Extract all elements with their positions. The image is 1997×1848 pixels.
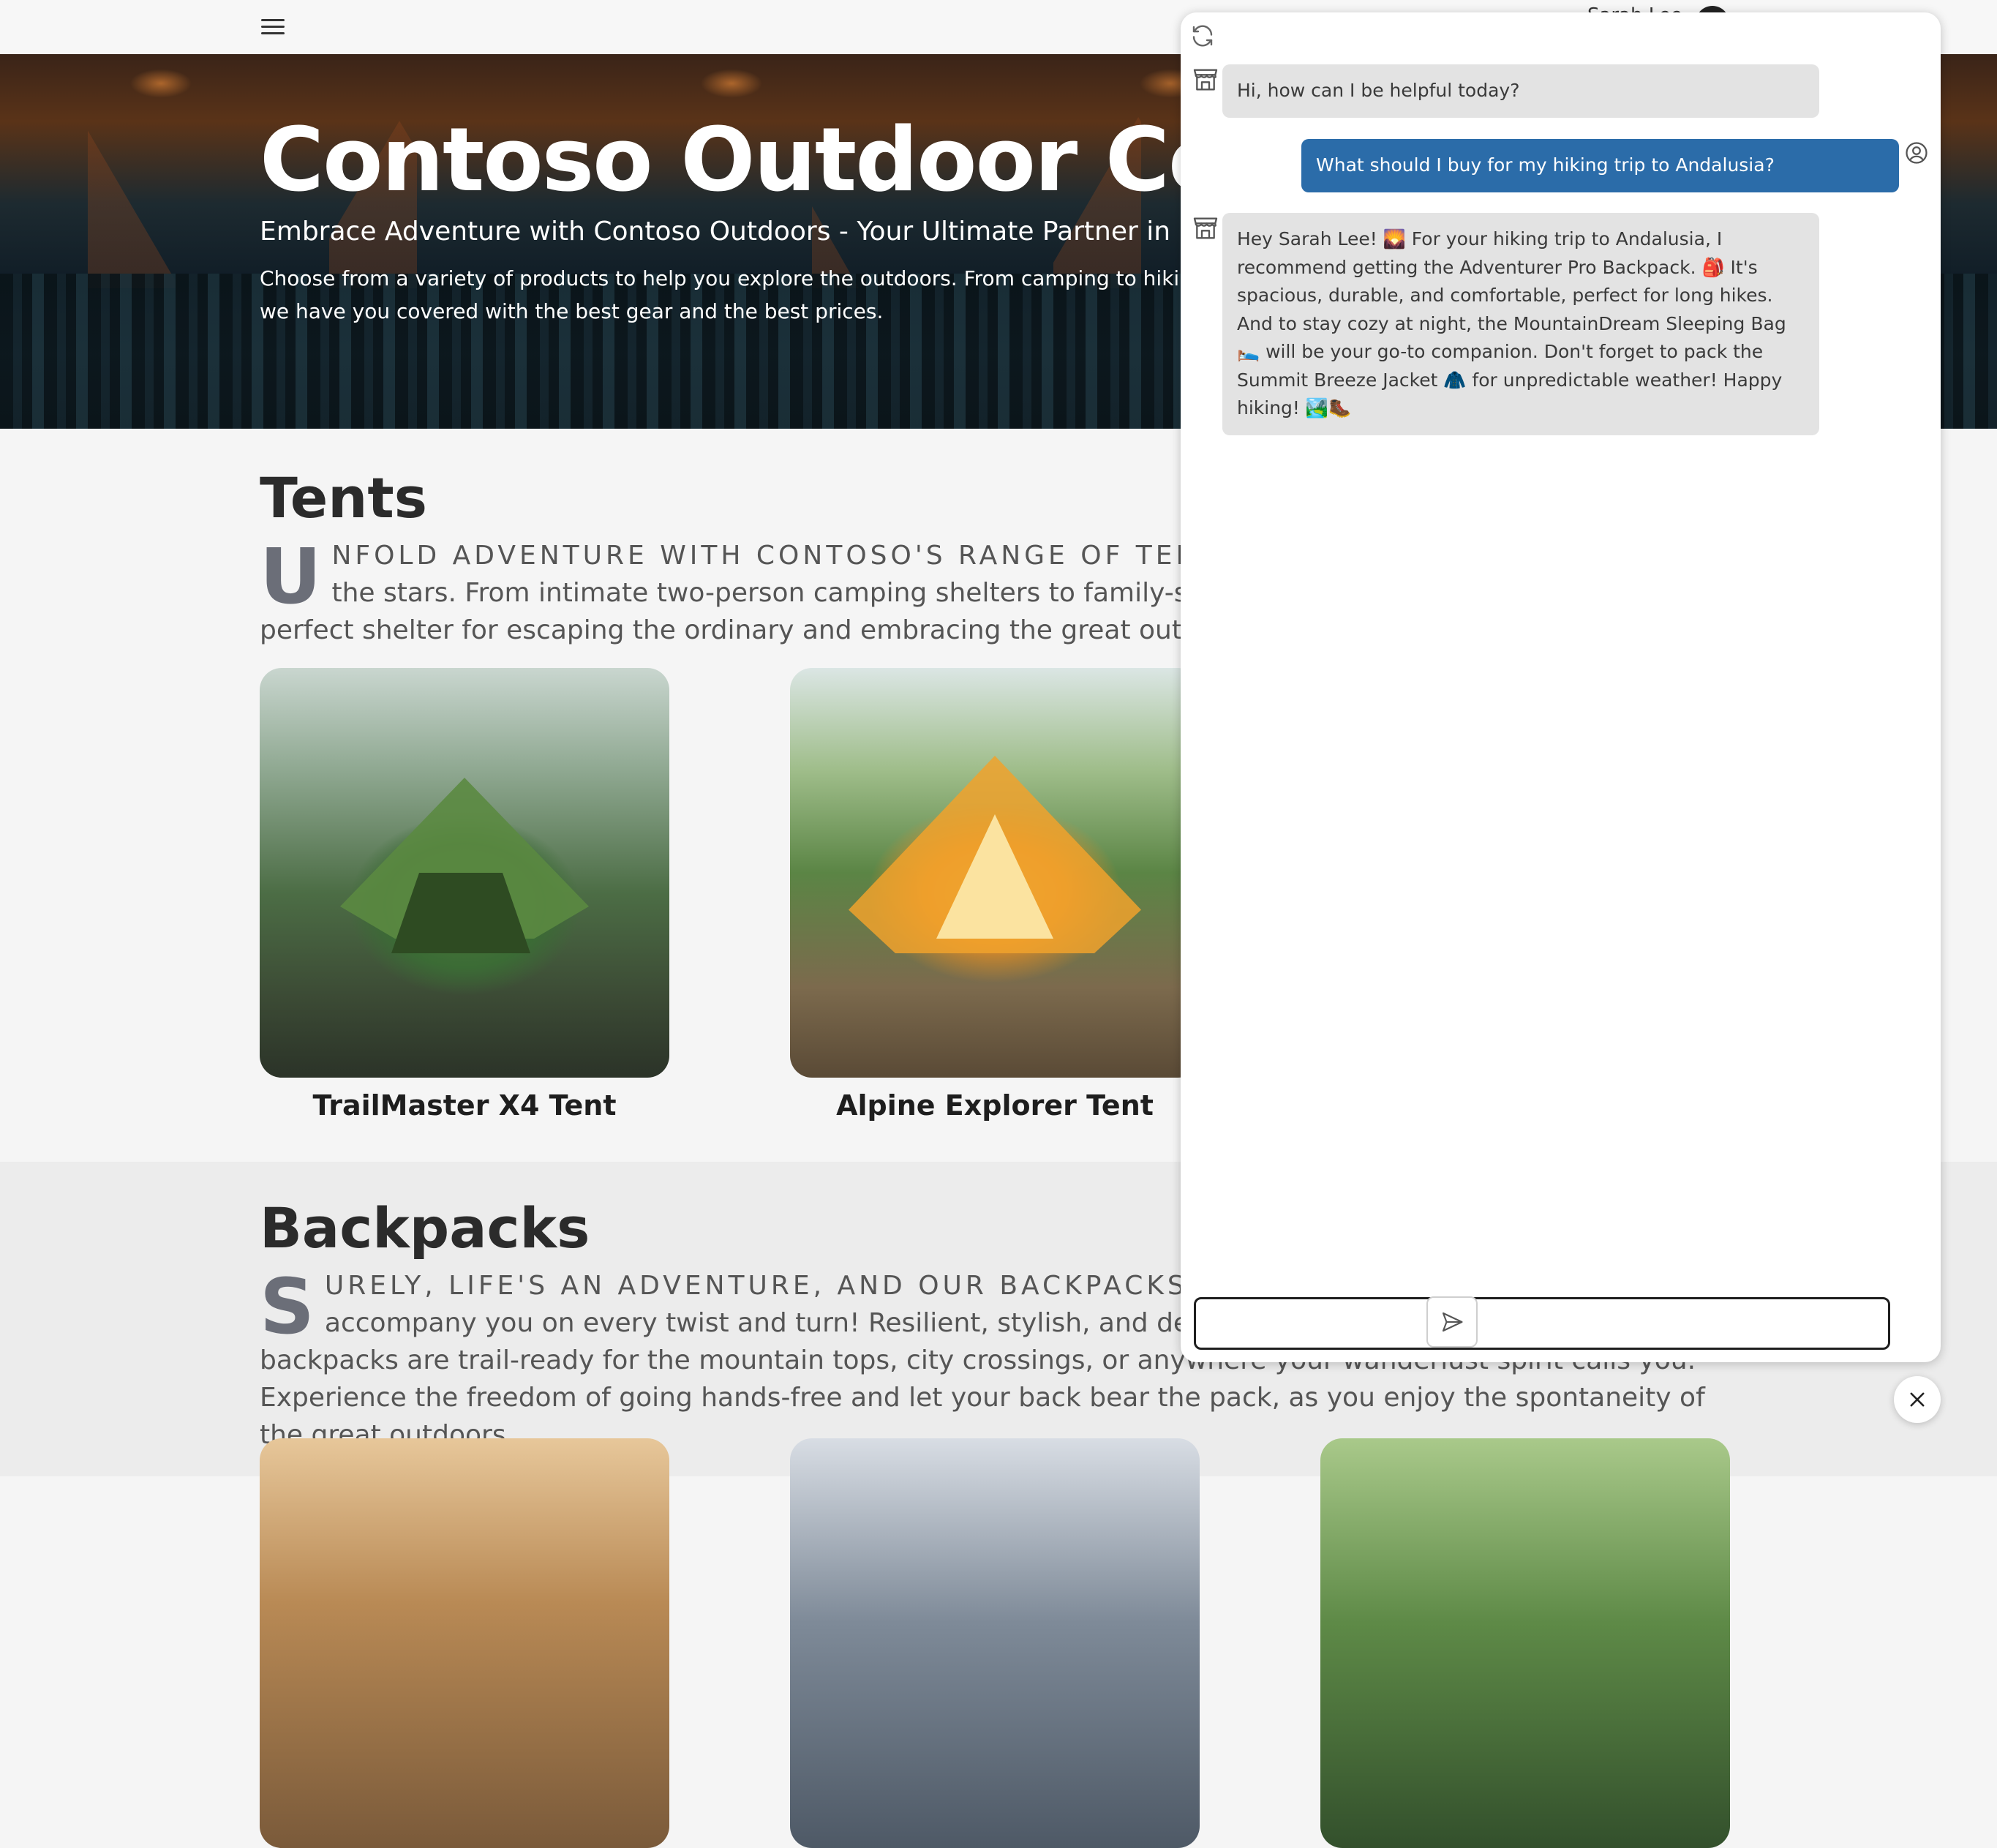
alpine-explorer-tent-image[interactable] xyxy=(790,668,1200,1078)
send-button[interactable] xyxy=(1426,1296,1478,1348)
close-icon xyxy=(1910,1392,1925,1407)
backpacks-dropcap: S xyxy=(260,1262,315,1351)
assistant-message: Hi, how can I be helpful today? xyxy=(1222,64,1819,118)
send-icon xyxy=(1442,1312,1463,1332)
backpack-image[interactable] xyxy=(260,1438,669,1848)
chat-message-input[interactable] xyxy=(1194,1297,1890,1350)
hero-description: Choose from a variety of products to hel… xyxy=(260,266,1212,323)
trailmaster-tent-image[interactable] xyxy=(260,668,669,1078)
tents-intro-lead: nfold adventure with Contoso's range of … xyxy=(331,541,1240,571)
product-card-trailmaster[interactable]: TrailMaster X4 Tent xyxy=(260,668,669,1122)
user-message: What should I buy for my hiking trip to … xyxy=(1301,139,1899,192)
tents-heading: Tents xyxy=(260,465,427,530)
product-card-backpack-2[interactable] xyxy=(790,1438,1200,1848)
product-card-backpack-1[interactable] xyxy=(260,1438,669,1848)
refresh-icon[interactable] xyxy=(1189,23,1216,49)
close-chat-button[interactable] xyxy=(1894,1376,1941,1423)
chat-panel: Hi, how can I be helpful today? What sho… xyxy=(1181,12,1941,1362)
product-name[interactable]: Alpine Explorer Tent xyxy=(790,1089,1200,1122)
store-icon xyxy=(1191,214,1220,243)
hamburger-menu-icon[interactable] xyxy=(261,18,285,37)
assistant-message: Hey Sarah Lee! 🌄 For your hiking trip to… xyxy=(1222,213,1819,435)
product-card-alpine-explorer[interactable]: Alpine Explorer Tent xyxy=(790,668,1200,1122)
product-card-backpack-3[interactable] xyxy=(1320,1438,1730,1848)
backpack-image[interactable] xyxy=(790,1438,1200,1848)
product-name[interactable]: TrailMaster X4 Tent xyxy=(260,1089,669,1122)
backpacks-heading: Backpacks xyxy=(260,1195,590,1261)
store-icon xyxy=(1191,65,1220,94)
backpack-image[interactable] xyxy=(1320,1438,1730,1848)
tents-dropcap: U xyxy=(260,532,322,621)
user-profile-icon xyxy=(1903,140,1933,169)
backpacks-intro-lead: urely, life's an adventure, and our back… xyxy=(324,1271,1262,1301)
